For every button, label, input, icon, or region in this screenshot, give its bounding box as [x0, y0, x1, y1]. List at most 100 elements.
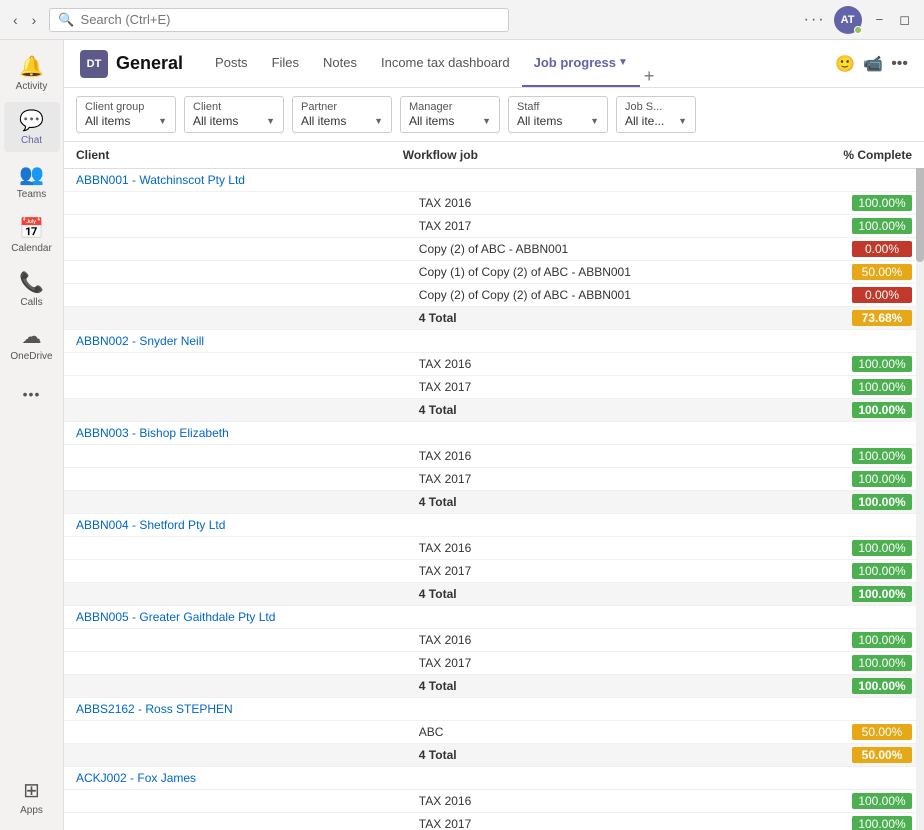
job-workflow-cell: ABC	[391, 721, 718, 744]
avatar[interactable]: AT	[834, 6, 862, 34]
filter-partner[interactable]: Partner All items ▼	[292, 96, 392, 133]
header-right-actions: 🙂 📹 •••	[835, 54, 908, 74]
pct-badge: 50.00%	[852, 264, 912, 280]
restore-button[interactable]: ◻	[893, 10, 916, 30]
filter-caret-3: ▼	[482, 116, 491, 126]
job-workflow-cell: TAX 2017	[391, 560, 718, 583]
client-name-cell[interactable]: ABBN001 - Watchinscot Pty Ltd	[64, 169, 718, 192]
pct-badge: 100.00%	[852, 448, 912, 464]
job-workflow-cell: TAX 2016	[391, 445, 718, 468]
sidebar-item-more[interactable]: •••	[4, 380, 60, 408]
total-label-cell	[64, 399, 391, 422]
filter-staff[interactable]: Staff All items ▼	[508, 96, 608, 133]
forward-button[interactable]: ›	[27, 10, 42, 30]
video-call-button[interactable]: 📹	[863, 54, 883, 74]
total-label-cell	[64, 675, 391, 698]
client-name-cell[interactable]: ABBN004 - Shetford Pty Ltd	[64, 514, 718, 537]
table-row: Copy (2) of Copy (2) of ABC - ABBN001 0.…	[64, 284, 924, 307]
table-row: Copy (1) of Copy (2) of ABC - ABBN001 50…	[64, 261, 924, 284]
table-row: 4 Total 100.00%	[64, 491, 924, 514]
job-pct-cell: 50.00%	[718, 261, 924, 284]
pct-badge: 50.00%	[852, 724, 912, 740]
client-name-cell[interactable]: ACKJ002 - Fox James	[64, 767, 718, 790]
job-client-cell	[64, 629, 391, 652]
emoji-button[interactable]: 🙂	[835, 54, 855, 74]
filter-client[interactable]: Client All items ▼	[184, 96, 284, 133]
add-tab-button[interactable]: +	[644, 66, 655, 87]
job-pct-cell: 100.00%	[718, 652, 924, 675]
tab-files[interactable]: Files	[260, 40, 311, 87]
tab-notes[interactable]: Notes	[311, 40, 369, 87]
job-pct-cell: 100.00%	[718, 560, 924, 583]
header-more-button[interactable]: •••	[891, 55, 908, 73]
sidebar-item-activity[interactable]: 🔔 Activity	[4, 48, 60, 98]
job-pct-cell: 50.00%	[718, 721, 924, 744]
client-name-cell[interactable]: ABBN002 - Snyder Neill	[64, 330, 718, 353]
filter-job-status[interactable]: Job S... All ite... ▼	[616, 96, 696, 133]
total-text-cell: 4 Total	[391, 307, 718, 330]
pct-badge: 100.00%	[852, 356, 912, 372]
total-pct-badge: 100.00%	[852, 494, 912, 510]
sidebar-label-calendar: Calendar	[11, 243, 52, 254]
job-client-cell	[64, 376, 391, 399]
total-pct-badge: 50.00%	[852, 747, 912, 763]
sidebar-item-chat[interactable]: 💬 Chat	[4, 102, 60, 152]
pct-badge: 100.00%	[852, 816, 912, 830]
table-row: ABBN004 - Shetford Pty Ltd	[64, 514, 924, 537]
channel-header: DT General Posts Files Notes Income tax …	[64, 40, 924, 88]
job-client-cell	[64, 215, 391, 238]
job-workflow-cell: Copy (2) of Copy (2) of ABC - ABBN001	[391, 284, 718, 307]
sidebar-label-onedrive: OneDrive	[10, 351, 52, 362]
search-input[interactable]	[81, 12, 501, 27]
job-pct-cell: 100.00%	[718, 376, 924, 399]
more-options-button[interactable]: ···	[804, 11, 826, 29]
scrollbar-track	[916, 142, 924, 830]
sidebar-item-calendar[interactable]: 📅 Calendar	[4, 210, 60, 260]
total-text-cell: 4 Total	[391, 675, 718, 698]
job-pct-cell: 100.00%	[718, 192, 924, 215]
back-button[interactable]: ‹	[8, 10, 23, 30]
job-pct-cell: 100.00%	[718, 353, 924, 376]
sidebar-item-onedrive[interactable]: ☁ OneDrive	[4, 318, 60, 368]
main-content: DT General Posts Files Notes Income tax …	[64, 40, 924, 830]
tab-job-progress[interactable]: Job progress ▼	[522, 40, 640, 87]
total-pct-badge: 73.68%	[852, 310, 912, 326]
job-workflow-cell: TAX 2017	[391, 813, 718, 830]
total-pct-cell: 100.00%	[718, 491, 924, 514]
pct-badge: 100.00%	[852, 379, 912, 395]
job-client-cell	[64, 284, 391, 307]
filter-manager[interactable]: Manager All items ▼	[400, 96, 500, 133]
client-name-cell[interactable]: ABBS2162 - Ross STEPHEN	[64, 698, 718, 721]
tab-income-tax[interactable]: Income tax dashboard	[369, 40, 522, 87]
table-row: ABC 50.00%	[64, 721, 924, 744]
table-row: ACKJ002 - Fox James	[64, 767, 924, 790]
sidebar-item-calls[interactable]: 📞 Calls	[4, 264, 60, 314]
pct-badge: 100.00%	[852, 563, 912, 579]
table-row: 4 Total 100.00%	[64, 675, 924, 698]
table-row: 4 Total 73.68%	[64, 307, 924, 330]
job-workflow-cell: TAX 2017	[391, 468, 718, 491]
pct-badge: 100.00%	[852, 655, 912, 671]
channel-tabs: Posts Files Notes Income tax dashboard J…	[203, 40, 654, 87]
tab-posts[interactable]: Posts	[203, 40, 260, 87]
job-client-cell	[64, 560, 391, 583]
presence-dot	[854, 26, 862, 34]
job-client-cell	[64, 537, 391, 560]
table-row: ABBN002 - Snyder Neill	[64, 330, 924, 353]
job-pct-cell: 0.00%	[718, 238, 924, 261]
minimize-button[interactable]: −	[870, 10, 890, 30]
client-name-cell[interactable]: ABBN003 - Bishop Elizabeth	[64, 422, 718, 445]
more-icon: •••	[23, 386, 41, 402]
sidebar-item-teams[interactable]: 👥 Teams	[4, 156, 60, 206]
job-client-cell	[64, 261, 391, 284]
table-row: TAX 2017 100.00%	[64, 468, 924, 491]
total-text-cell: 4 Total	[391, 583, 718, 606]
nav-arrows: ‹ ›	[8, 10, 41, 30]
job-pct-cell: 100.00%	[718, 629, 924, 652]
search-bar: 🔍	[49, 8, 509, 32]
table-area: Client Workflow job % Complete ABBN001 -…	[64, 142, 924, 830]
filter-client-group[interactable]: Client group All items ▼	[76, 96, 176, 133]
client-name-cell[interactable]: ABBN005 - Greater Gaithdale Pty Ltd	[64, 606, 718, 629]
table-row: TAX 2017 100.00%	[64, 560, 924, 583]
sidebar-item-apps[interactable]: ⊞ Apps	[4, 772, 60, 822]
